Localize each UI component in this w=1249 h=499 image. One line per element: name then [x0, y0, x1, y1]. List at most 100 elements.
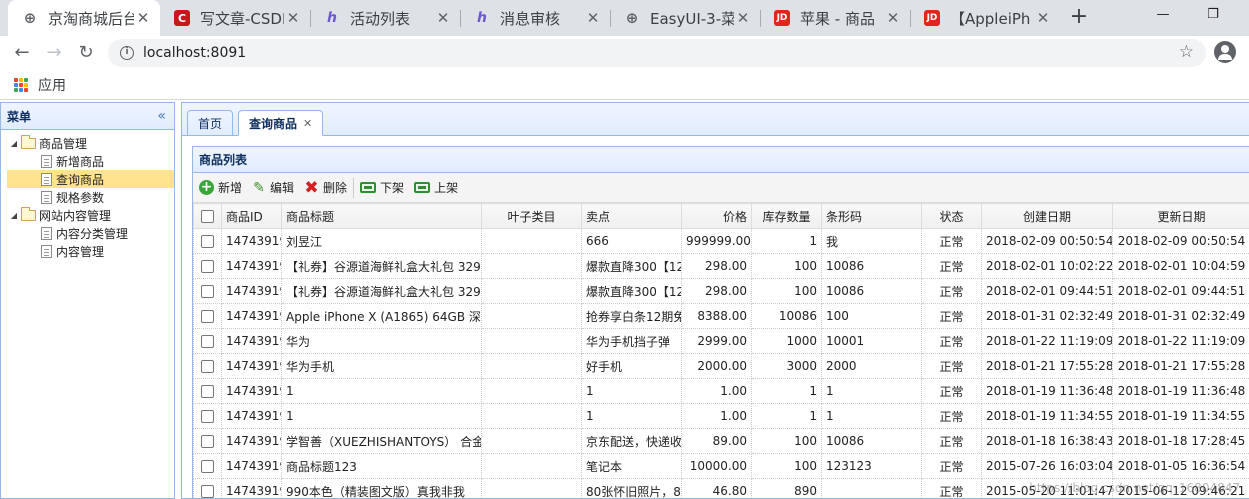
table-row[interactable]: 14743919 华为手机 好手机 2000.00 3000 2000 正常 2018-01-…	[193, 353, 1249, 379]
table-row[interactable]: 14743919 1 1 1.00 1 1 正常 2018-01-19 11:34:55 201…	[193, 403, 1249, 429]
select-all-checkbox[interactable]	[201, 210, 214, 223]
unshelve-button[interactable]: 下架	[360, 179, 404, 196]
apps-label[interactable]: 应用	[38, 75, 66, 95]
column-header[interactable]: 商品ID	[221, 203, 282, 229]
shelve-button[interactable]: 上架	[414, 179, 458, 196]
row-checkbox-cell[interactable]	[193, 328, 222, 354]
tree-node-content-category[interactable]: 内容分类管理	[1, 224, 174, 242]
table-cell	[481, 278, 582, 304]
row-checkbox-cell[interactable]	[193, 428, 222, 454]
tree-node-spec-params[interactable]: 规格参数	[1, 188, 174, 206]
row-checkbox[interactable]	[201, 410, 214, 423]
table-cell: 46.80	[681, 478, 752, 499]
row-checkbox[interactable]	[201, 260, 214, 273]
browser-tab-0[interactable]: ⊕ 京淘商城后台 ✕	[8, 0, 160, 36]
add-button[interactable]: + 新增	[199, 179, 242, 196]
close-icon[interactable]: ✕	[434, 9, 452, 27]
table-row[interactable]: 14743919 1 1 1.00 1 1 正常 2018-01-19 11:36:48 201…	[193, 378, 1249, 404]
row-checkbox[interactable]	[201, 460, 214, 473]
close-icon[interactable]: ✕	[303, 117, 312, 130]
column-header[interactable]: 商品标题	[281, 203, 482, 229]
grid-toolbar: + 新增 ✎ 编辑 ✖ 删除 下架 上架	[193, 173, 1249, 203]
close-icon[interactable]: ✕	[734, 9, 752, 27]
tree-node-content-management[interactable]: 内容管理	[1, 242, 174, 260]
row-checkbox-cell[interactable]	[193, 478, 222, 499]
table-row[interactable]: 14743919 商品标题123 笔记本 10000.00 100 123123 正常 201…	[193, 453, 1249, 479]
row-checkbox[interactable]	[201, 285, 214, 298]
tab-query-product[interactable]: 查询商品 ✕	[238, 110, 324, 136]
row-checkbox-cell[interactable]	[193, 403, 222, 429]
table-row[interactable]: 14743919 刘昱江 666 999999.00 1 我正常 2018-02-09 00…	[193, 228, 1249, 254]
expand-arrow-icon[interactable]: ◢	[9, 139, 19, 148]
row-checkbox[interactable]	[201, 235, 214, 248]
tree-node-add-product[interactable]: 新增商品	[1, 152, 174, 170]
table-row[interactable]: 14743919 学智善（XUEZHISHANTOYS） 合金 京东配送，快递收 89…	[193, 428, 1249, 454]
account-icon[interactable]	[1214, 41, 1236, 63]
table-cell: 华为手机	[281, 353, 482, 379]
close-icon[interactable]: ✕	[1034, 9, 1052, 27]
edit-button[interactable]: ✎ 编辑	[252, 179, 294, 196]
browser-tab-4[interactable]: ⊕ EasyUI-3-菜 ✕	[610, 0, 760, 36]
remove-icon: ✖	[304, 177, 319, 198]
info-icon[interactable]: i	[120, 46, 134, 60]
column-header[interactable]: 卖点	[581, 203, 682, 229]
restore-button[interactable]: ❐	[1190, 0, 1236, 30]
row-checkbox-cell[interactable]	[193, 228, 222, 254]
row-checkbox[interactable]	[201, 310, 214, 323]
select-all-checkbox-cell[interactable]	[193, 203, 222, 229]
expand-arrow-icon[interactable]: ◢	[9, 211, 19, 220]
column-header[interactable]: 条形码	[821, 203, 922, 229]
browser-tab-2[interactable]: ℎ 活动列表 ✕	[310, 0, 460, 36]
column-header[interactable]: 叶子类目	[481, 203, 582, 229]
row-checkbox[interactable]	[201, 360, 214, 373]
reload-button[interactable]: ↻	[72, 40, 100, 66]
close-icon[interactable]: ✕	[584, 9, 602, 27]
tree-node-site-content[interactable]: ◢ 网站内容管理	[1, 206, 174, 224]
browser-tab-3[interactable]: ℎ 消息审核 ✕	[460, 0, 610, 36]
browser-tab-1[interactable]: C 写文章-CSDN ✕	[160, 0, 310, 36]
datagrid-header-row: 商品ID 商品标题 叶子类目 卖点 价格 库存数量 条形码 状态 创建日期 更新…	[193, 203, 1249, 229]
row-checkbox[interactable]	[201, 335, 214, 348]
address-bar[interactable]: i localhost:8091 ☆	[108, 39, 1206, 67]
bar-icon	[360, 182, 377, 193]
table-row[interactable]: 14743919 Apple iPhone X (A1865) 64GB 深空 抢券…	[193, 303, 1249, 329]
row-checkbox-cell[interactable]	[193, 453, 222, 479]
row-checkbox[interactable]	[201, 485, 214, 498]
table-cell: 2018-02-09 00:50:54	[981, 228, 1113, 254]
row-checkbox-cell[interactable]	[193, 253, 222, 279]
table-row[interactable]: 14743919 华为 华为手机挡子弹 2999.00 1000 10001 正常 2018-…	[193, 328, 1249, 354]
minimize-button[interactable]: —	[1140, 0, 1186, 30]
apps-icon[interactable]	[14, 77, 28, 92]
browser-tab-5[interactable]: JD 苹果 - 商品 ✕	[760, 0, 910, 36]
table-row[interactable]: 14743919 【礼券】谷源道海鲜礼盒大礼包 3298 爆款直降300【12 298…	[193, 278, 1249, 304]
new-tab-button[interactable]: +	[1068, 4, 1090, 30]
close-icon[interactable]: ✕	[884, 9, 902, 27]
column-header[interactable]: 创建日期	[981, 203, 1113, 229]
row-checkbox[interactable]	[201, 385, 214, 398]
column-header[interactable]: 状态	[921, 203, 982, 229]
column-header[interactable]: 价格	[681, 203, 752, 229]
table-cell: 抢券享白条12期免	[581, 303, 682, 329]
column-header[interactable]: 更新日期	[1112, 203, 1249, 229]
row-checkbox-cell[interactable]	[193, 378, 222, 404]
forward-button[interactable]: →	[40, 40, 68, 66]
collapse-left-icon[interactable]: «	[157, 108, 166, 124]
table-cell: 正常	[921, 328, 982, 354]
tree-node-query-product[interactable]: 查询商品	[7, 170, 174, 188]
column-header[interactable]: 库存数量	[751, 203, 822, 229]
browser-tab-6[interactable]: JD 【AppleiPh ✕	[910, 0, 1060, 36]
tree-node-product-management[interactable]: ◢ 商品管理	[1, 134, 174, 152]
jd-icon: JD	[924, 10, 940, 26]
row-checkbox[interactable]	[201, 435, 214, 448]
bookmark-star-icon[interactable]: ☆	[1179, 42, 1194, 62]
table-row[interactable]: 14743919 【礼券】谷源道海鲜礼盒大礼包 3298 爆款直降300【12 298…	[193, 253, 1249, 279]
row-checkbox-cell[interactable]	[193, 303, 222, 329]
row-checkbox-cell[interactable]	[193, 278, 222, 304]
close-icon[interactable]: ✕	[284, 9, 302, 27]
table-cell: 京东配送，快递收	[581, 428, 682, 454]
tab-home[interactable]: 首页	[187, 110, 234, 136]
row-checkbox-cell[interactable]	[193, 353, 222, 379]
remove-button[interactable]: ✖ 删除	[304, 177, 347, 198]
back-button[interactable]: ←	[8, 40, 36, 66]
close-icon[interactable]: ✕	[134, 9, 152, 27]
